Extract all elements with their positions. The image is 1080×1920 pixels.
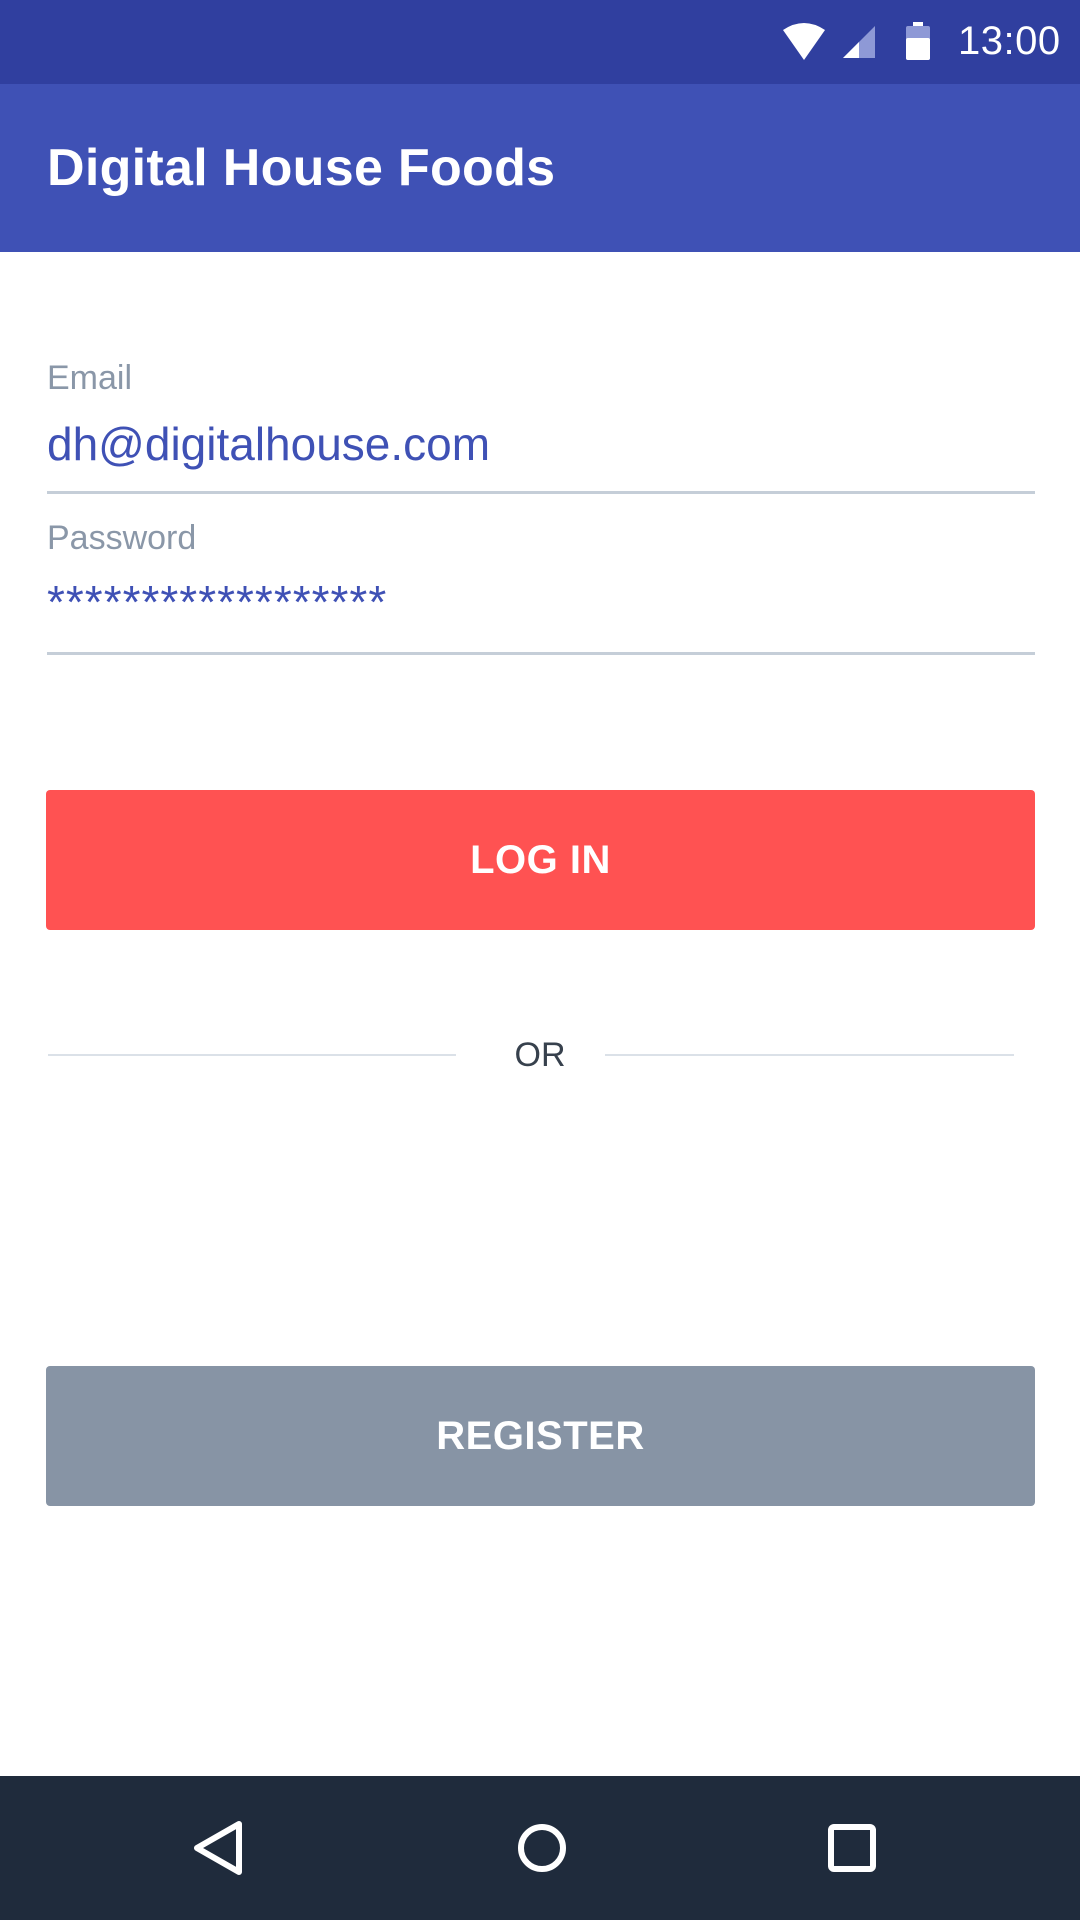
app-title: Digital House Foods — [47, 139, 556, 197]
status-time: 13:00 — [958, 19, 1061, 63]
app-bar: Digital House Foods — [0, 84, 1080, 252]
password-label: Password — [47, 519, 197, 557]
email-label: Email — [47, 359, 133, 397]
email-underline — [47, 491, 1035, 494]
home-icon — [518, 1824, 566, 1872]
home-button[interactable] — [492, 1798, 592, 1898]
login-screen: 13:00 Digital House Foods Email dh@digit… — [0, 0, 1080, 1920]
recents-button[interactable] — [802, 1798, 902, 1898]
back-icon — [194, 1821, 242, 1875]
register-button[interactable]: REGISTER — [46, 1366, 1035, 1506]
login-button[interactable]: LOG IN — [46, 790, 1035, 930]
signal-icon — [843, 26, 875, 58]
or-label: OR — [514, 1036, 566, 1074]
recents-icon — [828, 1824, 876, 1872]
password-underline — [47, 652, 1035, 655]
or-divider-left — [48, 1054, 456, 1056]
or-divider-right — [605, 1054, 1014, 1056]
email-input[interactable]: dh@digitalhouse.com — [47, 416, 490, 472]
navigation-bar — [0, 1776, 1080, 1920]
email-field[interactable]: Email dh@digitalhouse.com — [47, 358, 1035, 496]
password-input[interactable]: ****************** — [47, 574, 387, 630]
password-field[interactable]: Password ****************** — [47, 518, 1035, 656]
wifi-icon — [783, 23, 825, 60]
back-button[interactable] — [168, 1798, 268, 1898]
battery-icon — [906, 22, 930, 60]
status-bar: 13:00 — [0, 0, 1080, 84]
